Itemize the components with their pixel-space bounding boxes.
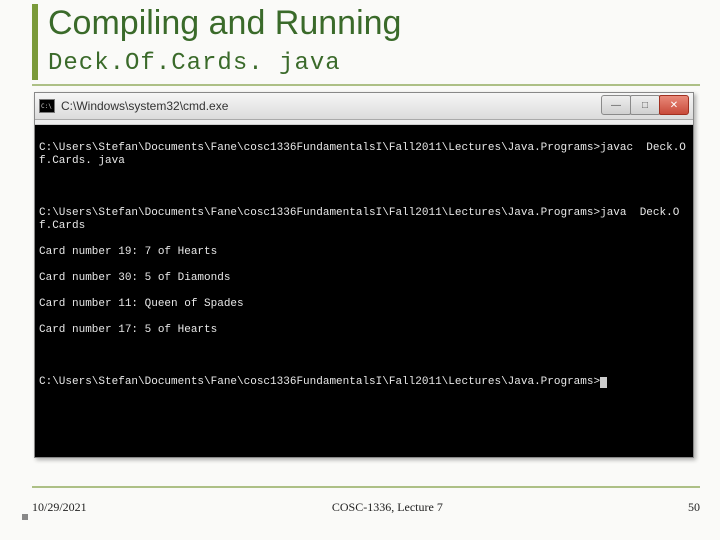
- maximize-button[interactable]: □: [630, 95, 660, 115]
- title-accent-bar: [32, 4, 38, 80]
- footer-date: 10/29/2021: [32, 500, 87, 515]
- window-titlebar[interactable]: C:\ C:\Windows\system32\cmd.exe — □ ✕: [35, 93, 693, 120]
- slide-subtitle: Deck.Of.Cards. java: [48, 50, 341, 77]
- cmd-window: C:\ C:\Windows\system32\cmd.exe — □ ✕ C:…: [34, 92, 694, 458]
- terminal-line: C:\Users\Stefan\Documents\Fane\cosc1336F…: [39, 207, 689, 233]
- footer-center: COSC-1336, Lecture 7: [332, 500, 443, 515]
- terminal-line: Card number 30: 5 of Diamonds: [39, 272, 689, 285]
- slide-title: Compiling and Running: [48, 4, 401, 43]
- terminal-line: Card number 19: 7 of Hearts: [39, 246, 689, 259]
- terminal-line: C:\Users\Stefan\Documents\Fane\cosc1336F…: [39, 376, 689, 389]
- terminal-line: Card number 11: Queen of Spades: [39, 298, 689, 311]
- terminal-blank: [39, 350, 689, 363]
- close-button[interactable]: ✕: [659, 95, 689, 115]
- footer-page-number: 50: [688, 500, 700, 515]
- cmd-icon: C:\: [39, 99, 55, 113]
- decoration-square: [22, 514, 28, 520]
- slide-footer: 10/29/2021 COSC-1336, Lecture 7 50: [32, 500, 700, 515]
- cursor-icon: [600, 377, 607, 388]
- terminal-line: Card number 17: 5 of Hearts: [39, 324, 689, 337]
- terminal-output[interactable]: C:\Users\Stefan\Documents\Fane\cosc1336F…: [35, 125, 693, 457]
- minimize-button[interactable]: —: [601, 95, 631, 115]
- terminal-line: C:\Users\Stefan\Documents\Fane\cosc1336F…: [39, 142, 689, 168]
- terminal-blank: [39, 181, 689, 194]
- divider-bottom: [32, 486, 700, 488]
- window-title: C:\Windows\system32\cmd.exe: [61, 99, 228, 113]
- window-buttons: — □ ✕: [602, 95, 689, 115]
- divider-top: [32, 84, 700, 86]
